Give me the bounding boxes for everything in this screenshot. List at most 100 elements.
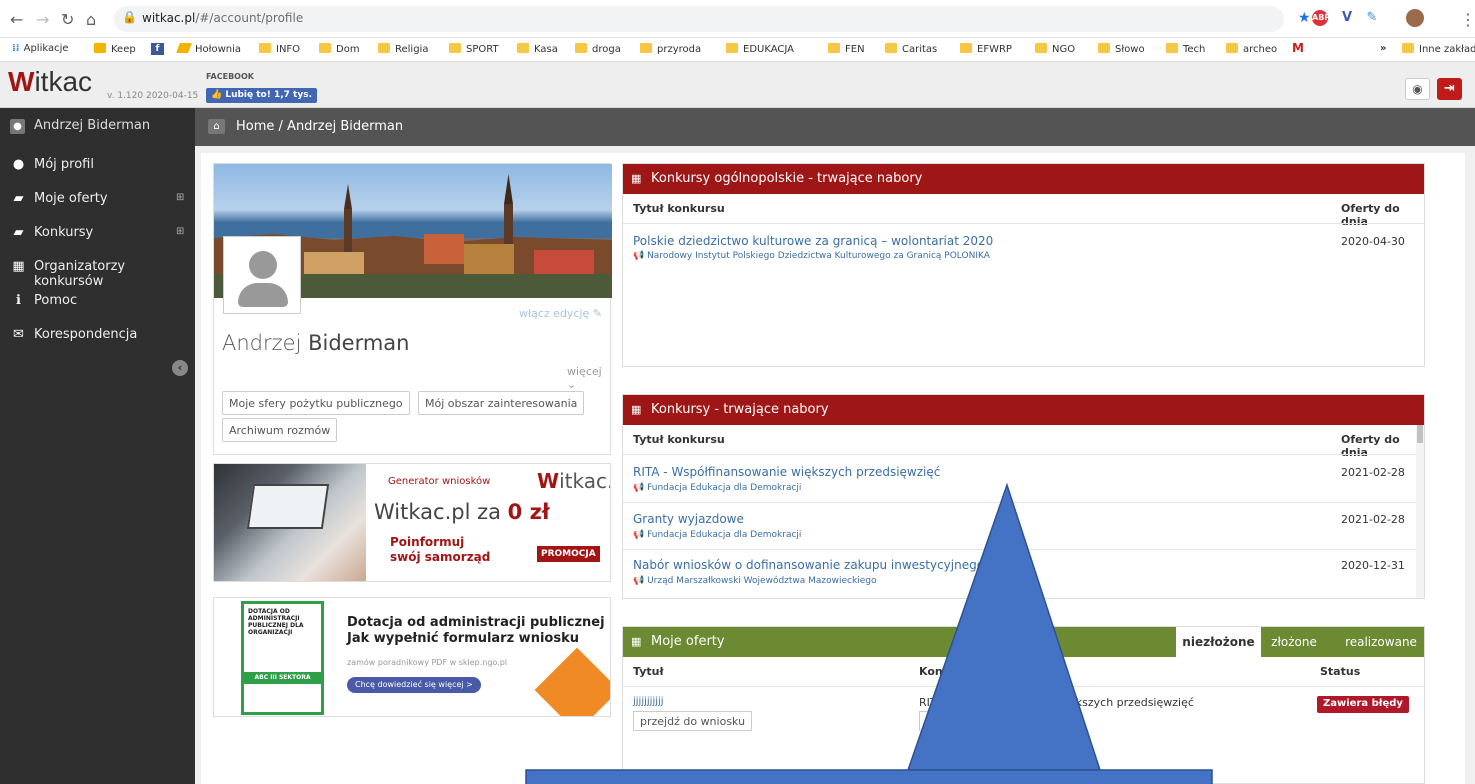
enable-edit-link[interactable]: włącz edycję ✎ — [519, 307, 602, 320]
bookmark-folder-droga[interactable]: droga — [575, 43, 621, 55]
bookmark-folder-tech[interactable]: Tech — [1166, 43, 1205, 55]
sidebar-item-offers[interactable]: ▰ Moje oferty ⊞ — [0, 183, 195, 217]
sidebar-item-organizers[interactable]: ▦ Organizatorzy konkursów — [0, 251, 195, 289]
bookmark-folder-info[interactable]: INFO — [259, 43, 300, 55]
more-link[interactable]: więcej ⌄ — [567, 365, 610, 391]
address-bar[interactable]: 🔒 witkac.pl/#/account/profile ★ — [114, 6, 1311, 32]
breadcrumb-home[interactable]: Home — [236, 119, 274, 134]
witkac-logo[interactable]: Witkac — [8, 66, 92, 98]
contest-organizer[interactable]: 📢 Urząd Marszałkowski Województwa Mazowi… — [633, 576, 876, 586]
edit-icon: ✎ — [589, 307, 603, 320]
bookmark-folder-fen[interactable]: FEN — [828, 43, 865, 55]
home-icon[interactable]: ⌂ — [86, 10, 96, 29]
bookmark-folder-dom[interactable]: Dom — [319, 43, 360, 55]
megaphone-icon: 📢 — [633, 251, 648, 261]
gmail-icon[interactable]: M — [1292, 41, 1304, 55]
sidebar-item-help[interactable]: ℹ Pomoc — [0, 285, 195, 319]
avatar[interactable] — [223, 236, 301, 314]
bookmark-folder-religia[interactable]: Religia — [378, 43, 428, 55]
goto-application-button[interactable]: przejdź do wniosku — [633, 711, 753, 731]
logout-icon[interactable]: ⇥ — [1437, 78, 1462, 100]
column-header-title[interactable]: Tytuł konkursu — [633, 202, 725, 215]
expand-icon[interactable]: ⊞ — [176, 192, 184, 203]
organizer-name: Narodowy Instytut Polskiego Dziedzictwa … — [647, 251, 990, 261]
contest-title-link[interactable]: RITA - Współfinansowanie większych przed… — [633, 465, 940, 479]
tab-in-progress[interactable]: realizowane — [1343, 627, 1419, 657]
reload-icon[interactable]: ↻ — [61, 10, 74, 29]
witkac-promo-banner[interactable]: Generator wniosków Witkac.pl Witkac.pl z… — [213, 463, 611, 582]
keep-icon — [94, 43, 106, 53]
profile-avatar-icon[interactable] — [1406, 9, 1424, 27]
contest-title-link[interactable]: Polskie dziedzictwo kulturowe za granicą… — [633, 234, 993, 248]
tab-not-submitted[interactable]: niezłożone — [1176, 627, 1261, 657]
column-header-contest[interactable]: Konku — [919, 665, 958, 678]
goto-contest-button[interactable]: prz — [919, 711, 959, 731]
bookmark-folder-ngo[interactable]: NGO — [1035, 43, 1075, 55]
bookmark-folder-efwrp[interactable]: EFWRP — [960, 43, 1012, 55]
forward-arrow-icon[interactable]: → — [36, 10, 49, 29]
public-benefit-spheres-button[interactable]: Moje sfery pożytku publicznego — [222, 391, 410, 415]
bookmark-folder-kasa[interactable]: Kasa — [517, 43, 558, 55]
extension-pen-icon[interactable]: ✎ — [1364, 10, 1380, 26]
profile-card: włącz edycję ✎ Andrzej Biderman więcej ⌄… — [213, 163, 612, 455]
interest-area-button[interactable]: Mój obszar zainteresowania — [418, 391, 585, 415]
sidebar-item-contests[interactable]: ▰ Konkursy ⊞ — [0, 217, 195, 251]
bookmark-apps[interactable]: ⁞⁞ Aplikacje — [12, 43, 69, 54]
guide-promo-banner[interactable]: DOTACJA OD ADMINISTRACJI PUBLICZNEJ DLA … — [213, 597, 611, 717]
facebook-like-button[interactable]: 👍 Lubię to! 1,7 tys. — [206, 88, 317, 103]
contest-organizer[interactable]: 📢 Narodowy Instytut Polskiego Dziedzictw… — [633, 251, 990, 261]
bookmark-folder-slowo[interactable]: Słowo — [1098, 43, 1145, 55]
home-icon[interactable]: ⌂ — [208, 119, 225, 134]
book-icon: ▰ — [13, 191, 24, 206]
more-bookmarks-chevron[interactable]: » — [1380, 43, 1386, 54]
panel-title: Konkursy - trwające nabory — [651, 402, 829, 417]
bookmark-label: Tech — [1183, 44, 1206, 55]
table-icon: ▦ — [631, 172, 642, 185]
scrollbar-thumb[interactable] — [1417, 425, 1423, 443]
tab-submitted[interactable]: złożone — [1270, 627, 1318, 657]
bookmark-folder-edukacja[interactable]: EDUKACJA — [726, 43, 794, 55]
contest-organizer[interactable]: 📢 Fundacja Edukacja dla Demokracji — [633, 530, 801, 540]
lock-icon: 🔒 — [122, 10, 137, 24]
bookmark-folder-przyroda[interactable]: przyroda — [640, 43, 701, 55]
column-header-title[interactable]: Tytuł konkursu — [633, 433, 725, 446]
folder-icon — [960, 43, 972, 53]
bookmark-folder-caritas[interactable]: Caritas — [885, 43, 937, 55]
sidebar-item-profile[interactable]: ● Mój profil — [0, 149, 195, 183]
promo-headline-text: Witkac.pl za — [374, 500, 508, 524]
adblock-icon[interactable]: ABP — [1312, 10, 1330, 26]
extension-v-icon[interactable]: V — [1339, 10, 1355, 26]
back-arrow-icon[interactable]: ← — [10, 10, 23, 29]
bookmark-facebook[interactable]: f — [151, 43, 164, 55]
refresh-icon[interactable]: ↻ — [1433, 633, 1444, 648]
expand-icon[interactable]: ⊞ — [176, 226, 184, 237]
profile-first-name: Andrzej — [222, 331, 309, 355]
star-icon[interactable]: ★ — [1298, 10, 1311, 26]
url-text: witkac.pl/#/account/profile — [142, 11, 303, 25]
scrollbar[interactable] — [1416, 425, 1424, 598]
other-bookmarks[interactable]: Inne zakładk — [1402, 43, 1475, 55]
bookmark-label: Słowo — [1115, 44, 1145, 55]
bookmark-keep[interactable]: Keep — [94, 43, 136, 55]
bookmark-folder-sport[interactable]: SPORT — [449, 43, 499, 55]
contest-title-link[interactable]: Granty wyjazdowe — [633, 512, 744, 526]
sidebar-item-correspondence[interactable]: ✉ Korespondencja — [0, 319, 195, 353]
browser-menu-icon[interactable]: ⋮ — [1460, 10, 1475, 29]
book-cover: DOTACJA OD ADMINISTRACJI PUBLICZNEJ DLA … — [241, 601, 324, 715]
column-header-date[interactable]: Oferty do dnia — [1341, 202, 1424, 228]
offer-title-link[interactable]: jjjjjjjjjjj — [633, 696, 664, 707]
eye-icon[interactable]: ◉ — [1405, 78, 1430, 100]
column-header-title[interactable]: Tytuł — [633, 665, 664, 678]
column-header-date[interactable]: Oferty do dnia — [1341, 433, 1424, 459]
contest-organizer[interactable]: 📢 Fundacja Edukacja dla Demokracji — [633, 483, 801, 493]
contest-title-link[interactable]: Nabór wniosków o dofinansowanie zakupu i… — [633, 558, 984, 572]
column-header-status[interactable]: Status — [1320, 665, 1360, 678]
bookmark-folder-archeo[interactable]: archeo — [1226, 43, 1277, 55]
conversation-archive-button[interactable]: Archiwum rozmów — [222, 418, 338, 442]
bookmark-holownia[interactable]: Hołownia — [176, 43, 241, 55]
my-offers-panel: ▦ Moje oferty niezłożone złożone realizo… — [622, 626, 1444, 784]
sidebar-user[interactable]: ● Andrzej Biderman — [0, 108, 195, 146]
contest-deadline: 2021-02-28 — [1341, 466, 1405, 479]
collapse-sidebar-icon[interactable]: ‹ — [172, 360, 188, 376]
learn-more-button[interactable]: Chcę dowiedzieć się więcej > — [347, 677, 481, 693]
